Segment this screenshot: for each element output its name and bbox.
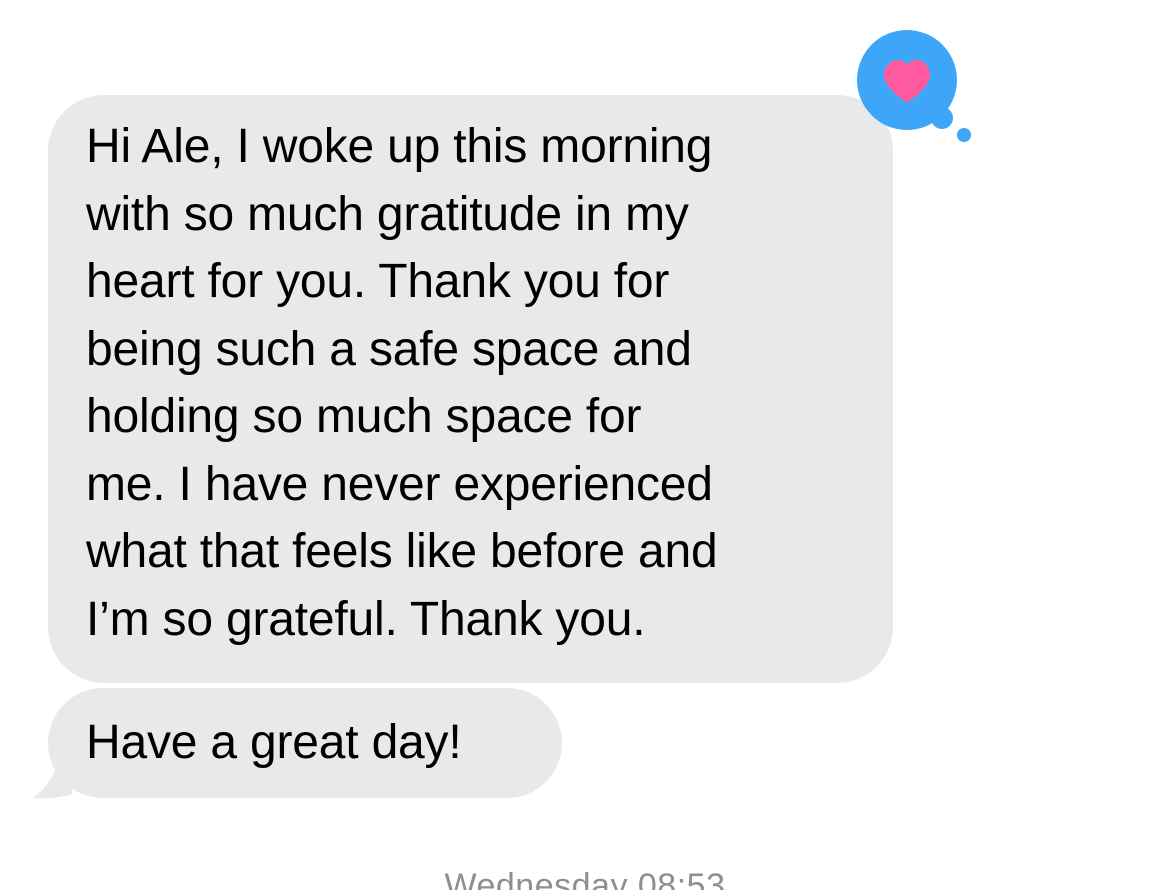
message-line: Hi Ale, I woke up this morning (86, 120, 713, 173)
message-line: holding so much space for (86, 390, 642, 443)
message-bubble[interactable]: Have a great day! (48, 688, 562, 798)
message-bubble[interactable]: Hi Ale, I woke up this morning with so m… (48, 95, 893, 683)
message-text: Have a great day! (86, 716, 462, 769)
message-line: what that feels like before and (86, 525, 718, 578)
heart-reaction-badge[interactable] (856, 30, 976, 145)
message-line: me. I have never experienced (86, 457, 713, 511)
message-line: heart for you. Thank you for (86, 255, 670, 308)
message-thread: Hi Ale, I woke up this morning with so m… (0, 0, 1170, 890)
message-line: with so much gratitude in my (86, 187, 689, 241)
message-text: Hi Ale, I woke up this morning with so m… (86, 113, 886, 653)
message-line: being such a safe space and (86, 322, 692, 376)
message-line: I’m so grateful. Thank you. (86, 592, 646, 646)
message-timestamp: Wednesday 08:53 (444, 867, 726, 890)
